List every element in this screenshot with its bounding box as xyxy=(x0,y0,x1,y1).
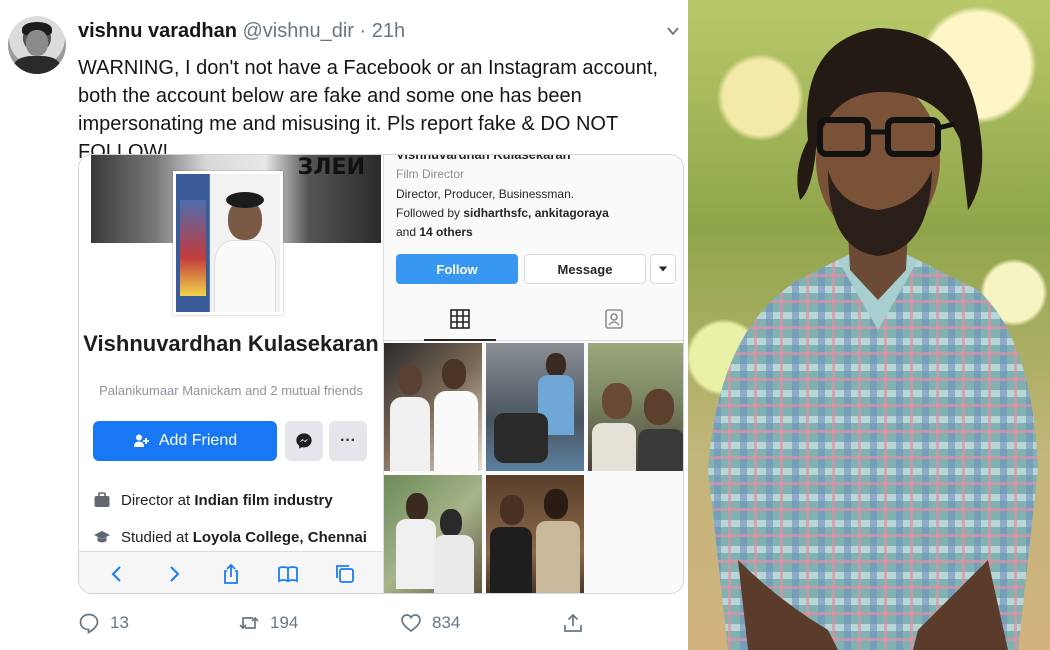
ig-display-name: Vishnuvardhan Kulasekaran xyxy=(396,154,571,162)
fb-profile-hair xyxy=(226,192,264,208)
instagram-screenshot: Vishnuvardhan Kulasekaran Film Director … xyxy=(383,154,683,593)
fb-profile-picture xyxy=(173,171,283,315)
share-action[interactable] xyxy=(562,612,584,634)
tweet-text: WARNING, I don't not have a Facebook or … xyxy=(78,57,659,163)
ig-followed-by-prefix: Followed by xyxy=(396,206,464,220)
share-icon xyxy=(564,613,582,632)
author-avatar[interactable] xyxy=(8,16,66,74)
chevron-down-icon xyxy=(658,266,668,272)
ig-message-button: Message xyxy=(524,254,646,284)
fb-study-prefix: Studied at xyxy=(121,528,193,546)
back-icon xyxy=(111,565,122,582)
fb-study-place: Loyola College, Chennai xyxy=(192,528,367,546)
ig-active-tab-indicator xyxy=(424,339,496,341)
avatar-body xyxy=(14,56,60,74)
tweet-media[interactable]: ЗЛЕИ Vishnuvardhan Kulasekaran Palanikum… xyxy=(78,154,684,594)
fb-messenger-button xyxy=(285,421,323,461)
person-illustration xyxy=(708,28,1038,650)
retweet-count: 194 xyxy=(270,613,299,632)
messenger-icon xyxy=(296,433,312,449)
ig-photo-1 xyxy=(384,343,482,471)
ig-photo-5 xyxy=(486,475,584,593)
fb-profile-shirt xyxy=(214,240,276,312)
graduation-cap-icon xyxy=(94,531,110,543)
safari-toolbar xyxy=(79,551,383,593)
ig-followed-by-names: sidharthsfc, ankitagoraya xyxy=(463,206,609,220)
ig-photo-2 xyxy=(486,343,584,471)
ig-followed-by-more: and 14 others xyxy=(396,225,473,239)
briefcase-icon xyxy=(94,492,110,507)
bookmarks-icon xyxy=(277,565,298,582)
ig-category: Film Director xyxy=(396,167,464,181)
retweet-icon xyxy=(239,616,259,630)
fb-add-friend-label: Add Friend xyxy=(158,432,238,449)
ig-followed-by: Followed by sidharthsfc, ankitagoraya xyxy=(396,206,609,220)
fb-work-row: Director at Indian film industry xyxy=(93,491,333,509)
tweet-header: vishnu varadhan @vishnu_dir · 21h xyxy=(78,20,405,43)
ig-follow-button: Follow xyxy=(396,254,518,284)
tweet: vishnu varadhan @vishnu_dir · 21h WARNIN… xyxy=(0,0,688,650)
forward-icon xyxy=(170,565,180,582)
reply-count: 13 xyxy=(110,613,129,632)
reply-icon xyxy=(79,613,99,634)
reply-action[interactable]: 13 xyxy=(78,612,129,634)
ig-suggested-button xyxy=(650,254,676,284)
fb-work-prefix: Director at xyxy=(121,491,195,509)
add-friend-icon xyxy=(133,434,149,447)
grid-icon xyxy=(450,309,470,329)
author-name[interactable]: vishnu varadhan xyxy=(78,20,237,42)
retweet-action[interactable]: 194 xyxy=(238,612,298,634)
share-icon xyxy=(224,563,238,584)
like-count: 834 xyxy=(432,613,461,632)
tweet-actions: 13 194 834 xyxy=(78,612,598,642)
ig-followed-by-others: 14 others xyxy=(419,225,473,239)
ig-bio: Director, Producer, Businessman. xyxy=(396,187,575,201)
tabs-icon xyxy=(335,564,354,583)
header-separator: · xyxy=(359,20,367,42)
ig-profile-tabs xyxy=(384,301,683,341)
chevron-down-icon[interactable] xyxy=(666,24,680,38)
fb-cover-poster-text: ЗЛЕИ xyxy=(297,155,365,180)
ig-photo-3 xyxy=(588,343,683,471)
fb-mutual-friends: Palanikumaar Manickam and 2 mutual frien… xyxy=(99,383,363,398)
fb-add-friend-button: Add Friend xyxy=(93,421,277,461)
heart-icon xyxy=(401,614,421,633)
tagged-icon xyxy=(605,309,623,329)
ig-followed-by-and: and xyxy=(396,225,420,239)
author-handle[interactable]: @vishnu_dir xyxy=(243,20,354,42)
fb-profile-poster xyxy=(180,200,206,296)
person-photo xyxy=(688,0,1050,650)
tweet-timestamp[interactable]: 21h xyxy=(372,20,405,42)
ig-photo-4 xyxy=(384,475,482,593)
like-action[interactable]: 834 xyxy=(400,612,460,634)
fb-profile-name: Vishnuvardhan Kulasekaran xyxy=(83,331,379,356)
avatar-face xyxy=(26,30,48,56)
fb-more-button: ··· xyxy=(329,421,367,461)
fb-work-place: Indian film industry xyxy=(194,491,333,509)
facebook-screenshot: ЗЛЕИ Vishnuvardhan Kulasekaran Palanikum… xyxy=(79,155,383,593)
fb-education-row: Studied at Loyola College, Chennai xyxy=(93,528,367,546)
